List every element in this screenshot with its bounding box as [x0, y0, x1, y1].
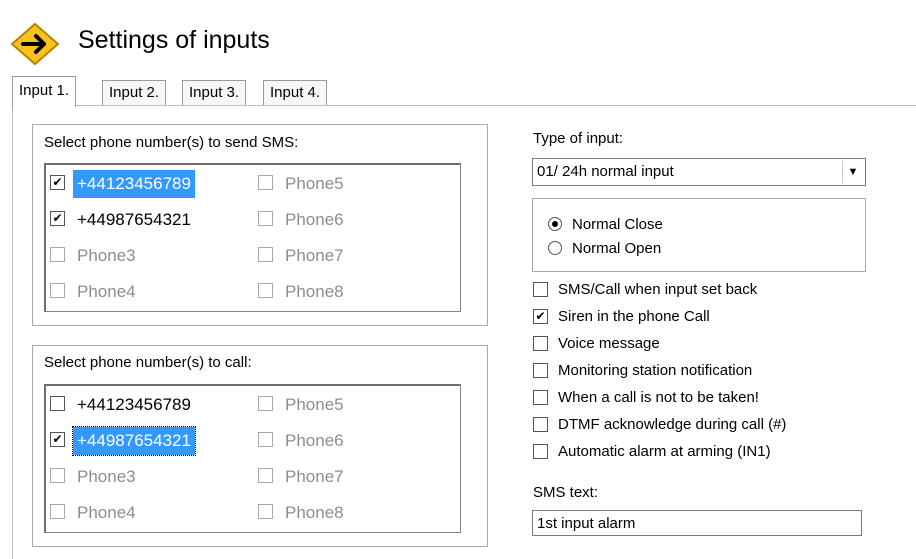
tab-input-4[interactable]: Input 4. [263, 80, 328, 105]
phone-label: Phone6 [285, 210, 344, 229]
option-checkbox-item[interactable]: SMS/Call when input set back [533, 278, 757, 302]
sms-phone-item[interactable]: Phone5 [258, 170, 348, 198]
phone-label: Phone4 [77, 503, 136, 522]
tab-input-2[interactable]: Input 2. [102, 80, 167, 105]
phone-label: Phone6 [285, 431, 344, 450]
phone-label: +44987654321 [72, 426, 196, 456]
chevron-down-icon[interactable]: ▼ [842, 161, 863, 183]
checkbox[interactable] [533, 389, 548, 405]
call-phone-item[interactable]: Phone4 [50, 499, 140, 527]
checkbox[interactable] [50, 396, 65, 412]
checkbox[interactable] [50, 283, 65, 299]
checkbox[interactable]: ✔ [50, 175, 65, 191]
option-label: When a call is not to be taken! [558, 389, 759, 406]
option-checkbox-item[interactable]: Automatic alarm at arming (IN1) [533, 440, 771, 464]
checkbox[interactable] [258, 211, 273, 227]
option-checkbox-item[interactable]: DTMF acknowledge during call (#) [533, 413, 786, 437]
option-label: Automatic alarm at arming (IN1) [558, 443, 771, 460]
checkbox[interactable]: ✔ [50, 211, 65, 227]
call-phone-item[interactable]: Phone6 [258, 427, 348, 455]
radio-normal-open[interactable]: Normal Open [548, 238, 661, 260]
phone-label: Phone3 [77, 467, 136, 486]
radio-normal-close[interactable]: Normal Close [548, 214, 663, 236]
checkbox[interactable] [50, 247, 65, 263]
phone-label: Phone4 [77, 282, 136, 301]
checkbox[interactable] [50, 504, 65, 520]
phone-label: Phone5 [285, 174, 344, 193]
option-checkbox-item[interactable]: Voice message [533, 332, 660, 356]
page-title: Settings of inputs [78, 26, 270, 54]
sms-phone-item[interactable]: ✔ +44123456789 [50, 170, 195, 198]
radio-label: Normal Open [572, 240, 662, 257]
call-phone-item[interactable]: Phone7 [258, 463, 348, 491]
tab-input-3[interactable]: Input 3. [182, 80, 247, 105]
phone-label: Phone5 [285, 395, 344, 414]
call-phone-item[interactable]: Phone5 [258, 391, 348, 419]
phone-label: Phone8 [285, 503, 344, 522]
sms-phone-item[interactable]: Phone8 [258, 278, 348, 306]
sms-phone-item[interactable]: ✔ +44987654321 [50, 206, 195, 234]
arrow-right-icon [10, 22, 60, 66]
phone-label: Phone7 [285, 246, 344, 265]
sms-text-input[interactable]: 1st input alarm [532, 510, 862, 536]
checkbox[interactable] [533, 335, 548, 351]
checkbox[interactable] [258, 432, 273, 448]
option-checkbox-item[interactable]: When a call is not to be taken! [533, 386, 759, 410]
phone-label: +44123456789 [77, 395, 191, 414]
call-phone-item[interactable]: Phone8 [258, 499, 348, 527]
option-label: Monitoring station notification [558, 362, 753, 379]
call-phone-item[interactable]: Phone3 [50, 463, 140, 491]
tab-bar: Input 1. Input 2. Input 3. Input 4. [12, 76, 372, 107]
checkbox[interactable] [258, 283, 273, 299]
checkbox[interactable]: ✔ [533, 308, 548, 324]
checkbox[interactable] [258, 175, 273, 191]
checkbox[interactable] [50, 468, 65, 484]
call-phone-item[interactable]: ✔ +44987654321 [50, 426, 196, 456]
type-of-input-label: Type of input: [533, 130, 624, 147]
checkbox[interactable] [533, 416, 548, 432]
type-of-input-value: 01/ 24h normal input [537, 163, 674, 180]
tab-input-1[interactable]: Input 1. [12, 76, 77, 107]
checkbox[interactable] [533, 443, 548, 459]
phone-label: +44987654321 [77, 210, 191, 229]
option-label: Voice message [558, 335, 660, 352]
option-checkbox-item[interactable]: ✔ Siren in the phone Call [533, 305, 710, 329]
checkbox[interactable] [258, 468, 273, 484]
option-label: DTMF acknowledge during call (#) [558, 416, 787, 433]
type-of-input-select[interactable]: 01/ 24h normal input ▼ [532, 158, 866, 186]
checkbox[interactable] [258, 504, 273, 520]
phone-label: Phone3 [77, 246, 136, 265]
radio-label: Normal Close [572, 216, 663, 233]
checkbox[interactable] [533, 362, 548, 378]
phone-label: +44123456789 [73, 170, 195, 198]
phone-label: Phone7 [285, 467, 344, 486]
phone-label: Phone8 [285, 282, 344, 301]
option-label: Siren in the phone Call [558, 308, 710, 325]
sms-phone-item[interactable]: Phone3 [50, 242, 140, 270]
sms-phone-item[interactable]: Phone4 [50, 278, 140, 306]
checkbox[interactable]: ✔ [50, 432, 65, 448]
checkbox[interactable] [258, 247, 273, 263]
option-label: SMS/Call when input set back [558, 281, 758, 298]
checkbox[interactable] [258, 396, 273, 412]
call-group-label: Select phone number(s) to call: [44, 354, 252, 371]
checkbox[interactable] [533, 281, 548, 297]
call-phone-item[interactable]: +44123456789 [50, 391, 195, 419]
radio-button[interactable] [548, 241, 562, 256]
sms-phone-item[interactable]: Phone6 [258, 206, 348, 234]
radio-button[interactable] [548, 217, 562, 232]
option-checkbox-item[interactable]: Monitoring station notification [533, 359, 752, 383]
sms-group-label: Select phone number(s) to send SMS: [44, 134, 299, 151]
sms-phone-item[interactable]: Phone7 [258, 242, 348, 270]
sms-text-label: SMS text: [533, 484, 599, 501]
